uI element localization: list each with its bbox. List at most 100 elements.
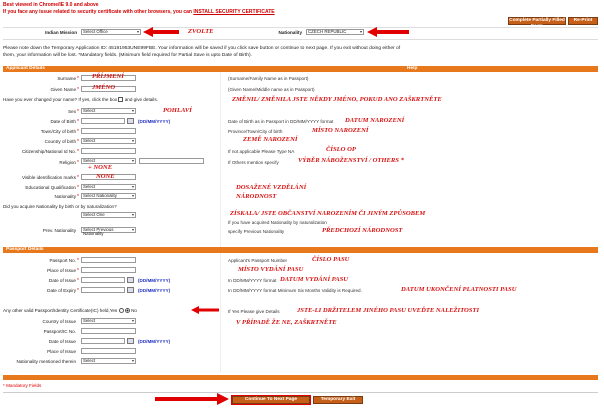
calendar-icon[interactable] [127, 338, 134, 344]
nationality-therein-select[interactable]: Select [81, 358, 136, 364]
complete-partial-form-button[interactable]: Complete Partially Filled Form [508, 17, 566, 29]
religion-other-input[interactable] [139, 158, 204, 164]
required-marker: * [77, 129, 79, 135]
date-of-expiry-input[interactable] [81, 287, 125, 293]
previous-nationality-label: Prev. Nationality [42, 228, 76, 233]
required-marker: * [77, 139, 79, 145]
browser-notice: Best viewed in Chrome/IE 9.0 and above I… [3, 2, 275, 16]
date-of-expiry-format: (DD/MM/YYYY) [138, 288, 171, 293]
dob-annotation: DATUM NAROZENÍ [345, 117, 405, 124]
changed-name-label: Have you ever changed your name? If yes,… [3, 97, 118, 102]
date-of-expiry-label: Date of Expiry [47, 288, 76, 293]
applicant-details-header: Applicant Details Help [3, 66, 598, 72]
mission-label: Indian Mission [45, 30, 77, 35]
second-place-of-issue-input[interactable] [81, 348, 136, 354]
passport-ic-number-label: Passport/IC No. [43, 329, 76, 334]
town-input[interactable] [81, 128, 136, 134]
other-passport-yes-radio[interactable] [118, 308, 124, 314]
install-certificate-link[interactable]: INSTALL SECURITY CERTIFICATE [193, 9, 274, 15]
changed-name-annotation: ZMĚNIL/ ZMĚNILA JSTE NĚKDY JMÉNO, POKUD … [232, 96, 442, 103]
national-id-input[interactable] [81, 148, 136, 154]
continue-button[interactable]: Continue To Next Page [231, 395, 311, 405]
required-marker: * [77, 185, 79, 191]
sex-label: Sex [68, 109, 76, 114]
surname-label: Surname [57, 76, 76, 81]
national-id-label: Citizenship/National Id No. [21, 149, 76, 154]
other-passport-label: Any other valid Passport/Identity Certif… [3, 308, 118, 313]
required-marker: * [77, 175, 79, 181]
reprint-button[interactable]: Re-Print [568, 17, 598, 25]
passport-details-title: Passport Details [6, 247, 44, 252]
passport-number-help: Applicant's Passport Number [228, 258, 288, 263]
given-name-help: (Given Name/Middle name as in Passport) [228, 87, 315, 92]
education-label: Educational Qualification [25, 185, 76, 190]
nationality-select[interactable]: CZECH REPUBLIC [306, 29, 364, 35]
education-select[interactable]: Select [81, 184, 136, 190]
passport-number-label: Passport No. [49, 258, 76, 263]
date-of-issue-help: In DD/MM/YYYY format [228, 278, 277, 283]
sex-select[interactable]: Select [81, 108, 136, 114]
surname-help: (Surname/Family Name as in Passport) [228, 76, 309, 81]
country-annotation: ZEMĚ NAROZENÍ [243, 136, 298, 143]
required-marker: * [77, 160, 79, 166]
other-passport-no-annotation: V PŘÍPADĚ ŽE NE, ZAŠKRTNĚTE [236, 319, 337, 326]
nationality-acquired-annotation: ZÍSKALA/ JSTE OBČANSTVÍ NAROZENÍM ČI JIN… [230, 210, 426, 217]
second-date-of-issue-label: Date of Issue [48, 339, 76, 344]
required-marker: * [77, 278, 79, 284]
religion-annotation: VÝBĚR NÁBOŽENSTVÍ / OTHERS * [298, 157, 404, 164]
passport-number-input[interactable] [81, 257, 136, 263]
country-of-issue-select[interactable]: Select [81, 318, 136, 324]
dob-input[interactable] [81, 118, 125, 124]
required-marker: * [77, 258, 79, 264]
religion-label: Religion [59, 160, 76, 165]
dob-help: Date of Birth as in Passport in DD/MM/YY… [228, 119, 334, 124]
date-of-expiry-annotation: DATUM UKONČENÍ PLATNOSTI PASU [401, 286, 517, 293]
date-of-issue-input[interactable] [81, 277, 125, 283]
nationality-acquired-select[interactable]: Select One [81, 212, 136, 218]
second-date-of-issue-input[interactable] [81, 338, 125, 344]
required-marker: * [77, 109, 79, 115]
country-select[interactable]: Select [81, 138, 136, 144]
temporary-exit-button[interactable]: Temporary Exit [313, 396, 363, 404]
changed-name-row: Have you ever changed your name? If yes,… [3, 97, 158, 103]
previous-nationality-help: specify Previous Nationality [228, 229, 285, 234]
form-separator [220, 72, 221, 372]
given-name-label: Given Name [50, 87, 76, 92]
town-label: Town/City of birth [40, 129, 76, 134]
surname-annotation: PŘÍJMENÍ [92, 73, 124, 80]
religion-none-annotation: + NONE [88, 164, 113, 171]
given-name-annotation: JMÉNO [92, 84, 116, 91]
applicant-nationality-select[interactable]: Select Nationality [81, 193, 136, 199]
sex-annotation: POHLAVÍ [163, 107, 192, 114]
mission-select[interactable]: Select Office [81, 29, 141, 35]
nationality-label: Nationality [278, 30, 302, 35]
changed-name-checkbox[interactable] [118, 97, 124, 103]
town-help: Province/Town/City of birth [228, 129, 283, 134]
changed-name-suffix: and give details. [124, 97, 158, 102]
calendar-icon[interactable] [127, 287, 134, 293]
education-annotation: DOSAŽENÉ VZDĚLÁNÍ [236, 184, 307, 191]
calendar-icon[interactable] [127, 277, 134, 283]
religion-help: If Others mention specify [228, 160, 279, 165]
temporary-id-line2: them, your information will be lost. *Ma… [3, 53, 252, 58]
footer-line [3, 392, 598, 393]
required-marker: * [77, 76, 79, 82]
nationality-acquired-label: Did you acquire Nationality by birth or … [3, 204, 117, 209]
place-of-issue-input[interactable] [81, 267, 136, 273]
other-passport-annotation: JSTE-LI DRŽITELEM JINÉHO PASU UVEĎTE NAL… [297, 307, 480, 314]
other-passport-no-radio[interactable] [124, 308, 130, 314]
arrow-left-icon [143, 27, 179, 37]
other-passport-no-label: No [131, 308, 137, 313]
passport-ic-number-input[interactable] [81, 328, 136, 334]
previous-nationality-select[interactable]: Select Previous Nationality [81, 227, 136, 236]
applicant-nationality-label: Nationality [54, 194, 76, 199]
second-place-of-issue-label: Place of Issue [47, 349, 76, 354]
date-of-expiry-help: In DD/MM/YYYY format Minimum Six Months … [228, 288, 362, 293]
help-column-title: Help [407, 66, 418, 71]
applicant-nationality-annotation: NÁRODNOST [236, 193, 277, 200]
dob-label: Date of Birth [50, 119, 76, 124]
calendar-icon[interactable] [127, 118, 134, 124]
applicant-details-title: Applicant Details [6, 66, 45, 71]
required-marker: * [77, 288, 79, 294]
previous-nationality-annotation: PŘEDCHOZÍ NÁRODNOST [322, 227, 403, 234]
